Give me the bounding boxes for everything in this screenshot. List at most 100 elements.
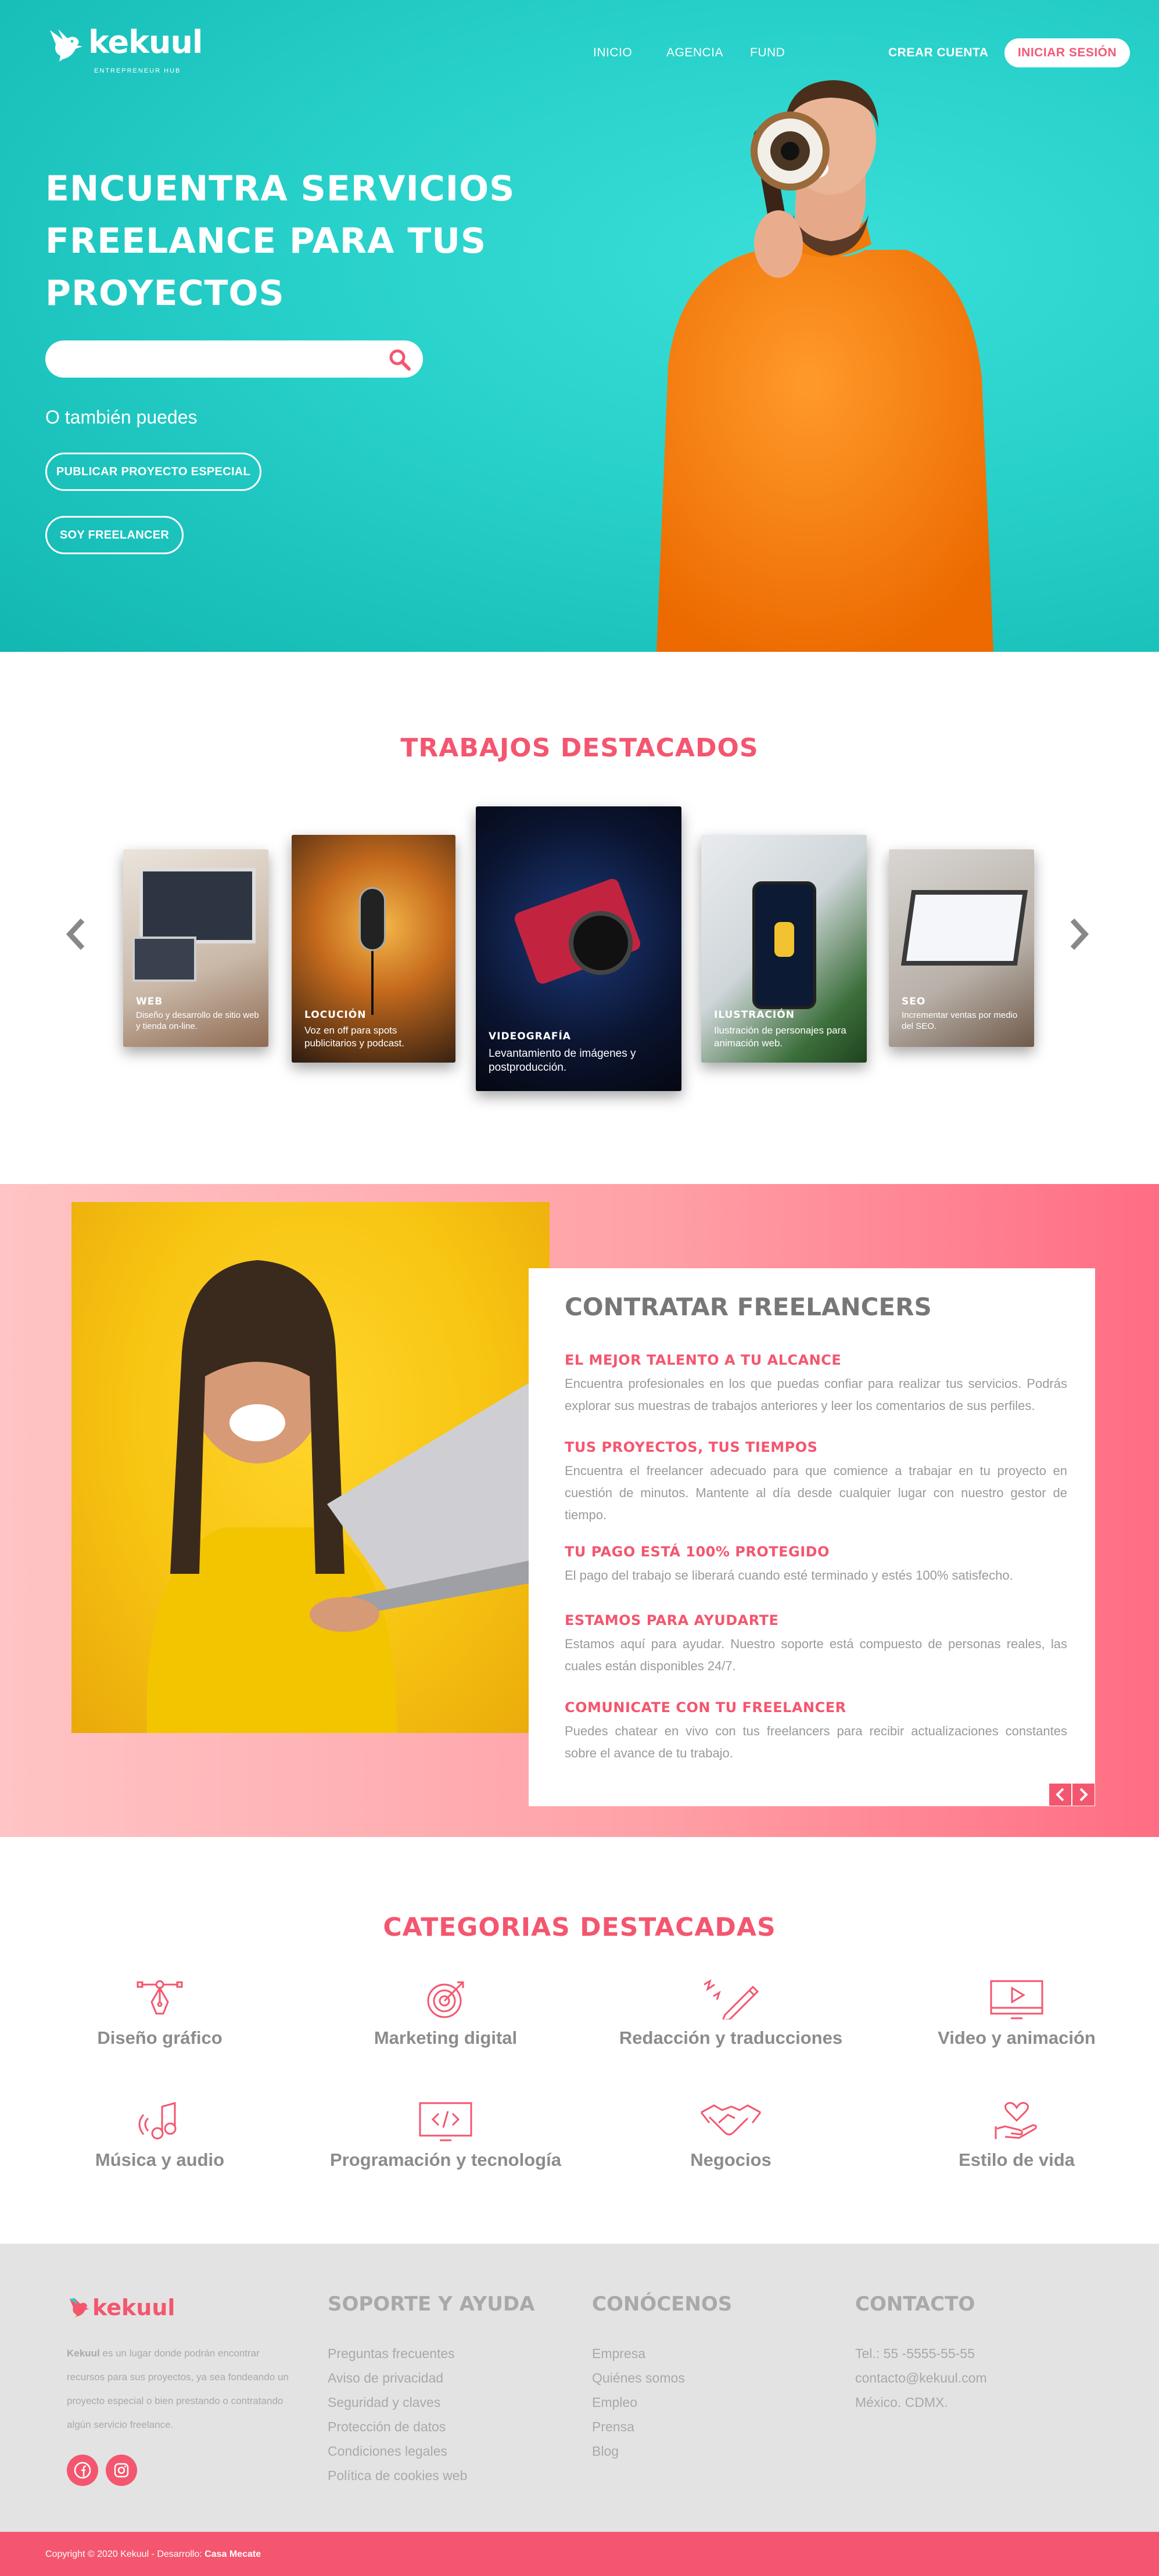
footer-link[interactable]: Aviso de privacidad — [328, 2366, 467, 2390]
category-label: Redacción y traducciones — [619, 2028, 843, 2048]
category-musica[interactable]: Música y audio — [20, 2101, 299, 2170]
work-card-web[interactable]: WEB Diseño y desarrollo de sitio web y t… — [123, 849, 268, 1047]
card-title: ILUSTRACIÓN — [714, 1009, 795, 1021]
carousel-next-icon[interactable] — [1068, 917, 1091, 952]
handshake-icon — [700, 2104, 762, 2136]
category-label: Negocios — [690, 2150, 772, 2170]
footer-link[interactable]: Prensa — [592, 2414, 685, 2439]
hire-next-button[interactable] — [1072, 1784, 1095, 1806]
card-desc: Diseño y desarrollo de sitio web y tiend… — [136, 1010, 259, 1031]
instagram-button[interactable] — [106, 2455, 137, 2486]
card-desc: Incrementar ventas por medio del SEO. — [902, 1010, 1018, 1031]
music-icon — [138, 2102, 177, 2140]
copyright-text: Copyright © 2020 Kekuul - Desarrollo: Ca… — [45, 2549, 261, 2560]
play-screen-icon — [990, 1980, 1043, 2019]
pen-tool-icon — [137, 1980, 183, 2015]
footer-brand-bold: Kekuul — [67, 2348, 100, 2359]
footer-link[interactable]: Preguntas frecuentes — [328, 2341, 467, 2366]
footer-link[interactable]: Quiénes somos — [592, 2366, 685, 2390]
login-button[interactable]: INICIAR SESIÓN — [1004, 38, 1130, 67]
nav-fund[interactable]: FUND — [750, 46, 785, 60]
category-label: Música y audio — [95, 2150, 225, 2170]
publish-project-button[interactable]: PUBLICAR PROYECTO ESPECIAL — [45, 453, 261, 491]
footer-link[interactable]: Blog — [592, 2439, 685, 2463]
woman-laptop-image — [71, 1202, 550, 1733]
work-card-videografia[interactable]: VIDEOGRAFÍA Levantamiento de imágenes y … — [476, 806, 681, 1091]
category-label: Video y animación — [938, 2028, 1096, 2048]
category-redaccion[interactable]: Redacción y traducciones — [591, 1979, 870, 2048]
footer-logo[interactable]: kekuul — [67, 2295, 175, 2320]
alternative-text: O también puedes — [45, 407, 198, 428]
card-title: LOCUCIÓN — [304, 1009, 367, 1021]
category-estilo[interactable]: Estilo de vida — [877, 2101, 1156, 2170]
category-label: Diseño gráfico — [97, 2028, 223, 2048]
nav-agencia[interactable]: AGENCIA — [666, 46, 723, 60]
nav-create-account[interactable]: CREAR CUENTA — [888, 46, 988, 60]
hire-item-heading: COMUNICATE CON TU FREELANCER — [565, 1699, 846, 1716]
hero-person-image — [656, 80, 993, 652]
carousel-prev-icon[interactable] — [64, 917, 87, 952]
hire-title: CONTRATAR FREELANCERS — [565, 1293, 932, 1321]
footer-link[interactable]: Seguridad y claves — [328, 2390, 467, 2414]
footer-link[interactable]: Empleo — [592, 2390, 685, 2414]
category-programacion[interactable]: Programación y tecnología — [306, 2101, 585, 2170]
chevron-right-icon — [1079, 1788, 1088, 1802]
hero-title-line: ENCUENTRA SERVICIOS — [45, 168, 515, 209]
hire-item-text: Estamos aquí para ayudar. Nuestro soport… — [565, 1637, 1067, 1673]
hire-item-heading: ESTAMOS PARA AYUDARTE — [565, 1612, 779, 1628]
card-desc: Ilustración de personajes para animación… — [714, 1025, 846, 1049]
freelancer-button[interactable]: SOY FREELANCER — [45, 516, 184, 554]
category-video[interactable]: Video y animación — [877, 1979, 1156, 2048]
category-negocios[interactable]: Negocios — [591, 2101, 870, 2170]
developer-link[interactable]: Casa Mecate — [204, 2549, 261, 2559]
card-title: SEO — [902, 996, 926, 1007]
hummingbird-logo-icon — [50, 29, 82, 62]
card-title: VIDEOGRAFÍA — [489, 1031, 571, 1042]
hire-item-text: El pago del trabajo se liberará cuando e… — [565, 1568, 1013, 1583]
hire-item-text: Puedes chatear en vivo con tus freelance… — [565, 1724, 1067, 1760]
instagram-icon — [114, 2463, 129, 2478]
logo[interactable]: kekuul — [45, 27, 203, 63]
hero-title: ENCUENTRA SERVICIOS FREELANCE PARA TUS P… — [45, 163, 557, 320]
hummingbird-logo-icon — [69, 2298, 89, 2318]
category-diseno[interactable]: Diseño gráfico — [20, 1979, 299, 2048]
contact-email[interactable]: contacto@kekuul.com — [855, 2366, 987, 2390]
hire-prev-button[interactable] — [1049, 1784, 1071, 1806]
footer-link[interactable]: Protección de datos — [328, 2414, 467, 2439]
search-icon[interactable] — [388, 348, 411, 371]
contact-phone: Tel.: 55 -5555-55-55 — [855, 2346, 975, 2361]
pencil-icon — [704, 1979, 759, 2019]
footer-description: Kekuul es un lugar donde podrán encontra… — [67, 2341, 299, 2437]
hire-item-text: Encuentra el freelancer adecuado para qu… — [565, 1463, 1067, 1522]
hire-item-text: Encuentra profesionales en los que pueda… — [565, 1376, 1067, 1413]
search-bar[interactable] — [45, 340, 423, 378]
card-title: WEB — [136, 996, 163, 1007]
footer-description-text: es un lugar donde podrán encontrar recur… — [67, 2348, 289, 2430]
contact-info: Tel.: 55 -5555-55-55 contacto@kekuul.com… — [855, 2341, 987, 2414]
search-input[interactable] — [59, 347, 373, 371]
footer-link[interactable]: Condiciones legales — [328, 2439, 467, 2463]
card-desc: Voz en off para spots publicitarios y po… — [304, 1025, 404, 1049]
category-label: Programación y tecnología — [330, 2150, 561, 2170]
category-label: Marketing digital — [374, 2028, 518, 2048]
nav-inicio[interactable]: INICIO — [593, 46, 632, 60]
category-marketing[interactable]: Marketing digital — [306, 1979, 585, 2048]
code-icon — [419, 2102, 472, 2141]
footer-link[interactable]: Política de cookies web — [328, 2463, 467, 2488]
facebook-icon — [74, 2462, 91, 2479]
heart-hand-icon — [995, 2102, 1037, 2139]
support-title: SOPORTE Y AYUDA — [328, 2292, 535, 2316]
facebook-button[interactable] — [67, 2455, 98, 2486]
hero-title-line: FREELANCE PARA TUS — [45, 221, 487, 261]
hero-title-line: PROYECTOS — [45, 273, 285, 314]
work-card-seo[interactable]: SEO Incrementar ventas por medio del SEO… — [889, 849, 1034, 1047]
categories-title: CATEGORIAS DESTACADAS — [383, 1913, 776, 1942]
work-card-ilustracion[interactable]: ILUSTRACIÓN Ilustración de personajes pa… — [701, 835, 867, 1063]
category-label: Estilo de vida — [959, 2150, 1075, 2170]
woman-illustration — [146, 1260, 550, 1733]
about-title: CONÓCENOS — [592, 2292, 733, 2316]
work-card-locucion[interactable]: LOCUCIÓN Voz en off para spots publicita… — [292, 835, 455, 1063]
footer-link[interactable]: Empresa — [592, 2341, 685, 2366]
support-links: Preguntas frecuentes Aviso de privacidad… — [328, 2341, 467, 2488]
hero-section: kekuul ENTREPRENEUR HUB INICIO AGENCIA F… — [0, 0, 1159, 652]
